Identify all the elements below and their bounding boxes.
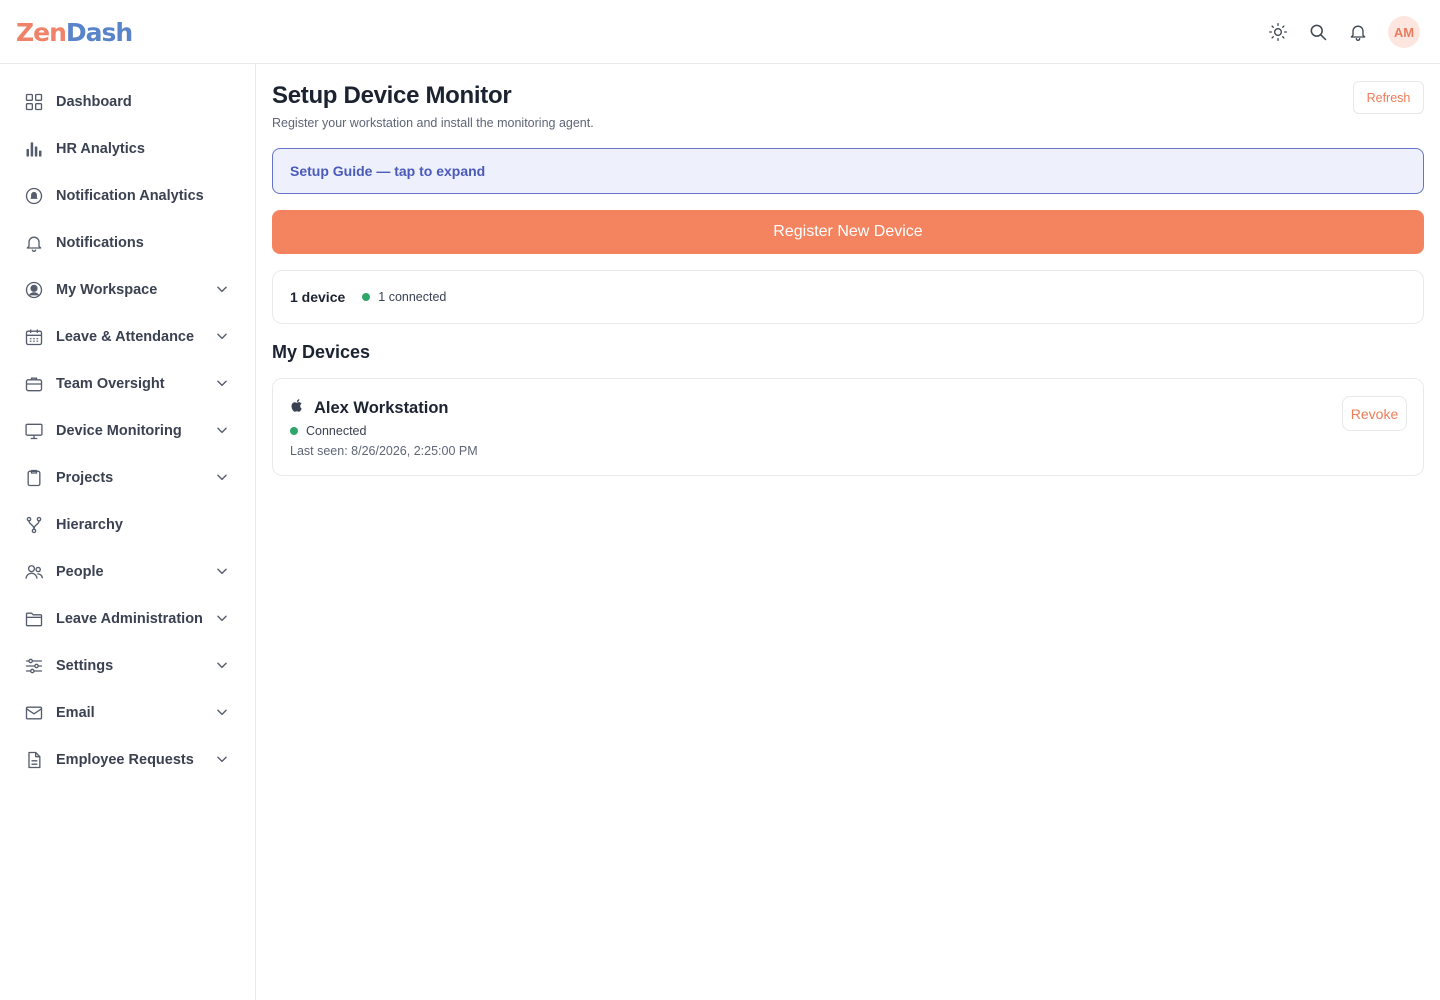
top-bar: Zen Dash AM — [0, 0, 1440, 64]
connected-status-dot — [362, 293, 371, 301]
sidebar-item-device-monitoring[interactable]: Device Monitoring — [0, 407, 255, 454]
sidebar-item-label: Settings — [56, 657, 114, 674]
sidebar-item-notification-analytics[interactable]: Notification Analytics — [0, 172, 255, 219]
device-summary: 1 device 1 connected — [272, 270, 1424, 324]
sidebar-item-employee-requests[interactable]: Employee Requests — [0, 736, 255, 783]
logo-text-zen: Zen — [16, 17, 67, 47]
device-name: Alex Workstation — [314, 398, 449, 417]
logo-text-dash: Dash — [65, 17, 133, 47]
sidebar: Dashboard HR Analytics Notification Anal… — [0, 64, 256, 1000]
chevron-down-icon[interactable] — [213, 468, 231, 486]
chevron-down-icon[interactable] — [213, 327, 231, 345]
avatar[interactable]: AM — [1388, 16, 1420, 48]
sidebar-item-label: Notifications — [56, 234, 144, 251]
clipboard-icon — [24, 468, 44, 488]
sidebar-item-label: Team Oversight — [56, 375, 165, 392]
grid-icon — [24, 92, 44, 112]
user-circle-icon — [24, 280, 44, 300]
mail-icon — [24, 703, 44, 723]
sidebar-item-team-oversight[interactable]: Team Oversight — [0, 360, 255, 407]
sidebar-item-label: Leave Administration — [56, 610, 203, 627]
device-status-row: Connected — [290, 424, 366, 438]
chevron-down-icon[interactable] — [213, 703, 231, 721]
section-title-my-devices: My Devices — [272, 342, 371, 362]
sidebar-item-label: Notification Analytics — [56, 187, 204, 204]
chevron-down-icon[interactable] — [213, 562, 231, 580]
monitor-icon — [24, 421, 44, 441]
sidebar-item-email[interactable]: Email — [0, 689, 255, 736]
device-status: Connected — [306, 424, 367, 438]
page-subtitle: Register your workstation and install th… — [272, 116, 594, 130]
chevron-down-icon[interactable] — [213, 609, 231, 627]
sidebar-item-label: Employee Requests — [56, 751, 194, 768]
sun-icon[interactable] — [1264, 16, 1292, 48]
document-icon — [24, 750, 44, 770]
briefcase-icon — [24, 374, 44, 394]
device-name-row: Alex Workstation — [290, 398, 448, 418]
sliders-icon — [24, 656, 44, 676]
chevron-down-icon[interactable] — [213, 750, 231, 768]
search-icon[interactable] — [1304, 16, 1332, 48]
chevron-down-icon[interactable] — [213, 421, 231, 439]
zendash-logo[interactable]: Zen Dash — [16, 16, 133, 48]
sidebar-item-notifications[interactable]: Notifications — [0, 219, 255, 266]
sidebar-item-leave-attendance[interactable]: Leave & Attendance — [0, 313, 255, 360]
chevron-down-icon[interactable] — [213, 374, 231, 392]
sidebar-item-leave-administration[interactable]: Leave Administration — [0, 595, 255, 642]
sidebar-item-hr-analytics[interactable]: HR Analytics — [0, 125, 255, 172]
sidebar-item-projects[interactable]: Projects — [0, 454, 255, 501]
sidebar-item-label: Dashboard — [56, 93, 132, 110]
sidebar-item-hierarchy[interactable]: Hierarchy — [0, 501, 255, 548]
sidebar-item-people[interactable]: People — [0, 548, 255, 595]
sidebar-item-label: People — [56, 563, 104, 580]
bell-icon[interactable] — [1344, 16, 1372, 48]
notification-analytics-icon — [24, 186, 44, 206]
sidebar-item-label: Leave & Attendance — [56, 328, 195, 345]
sidebar-item-label: My Workspace — [56, 281, 158, 298]
apple-icon — [290, 398, 305, 418]
sidebar-item-label: Email — [56, 704, 95, 721]
refresh-button[interactable]: Refresh — [1353, 81, 1424, 114]
device-count: 1 device — [290, 289, 346, 305]
sidebar-item-dashboard[interactable]: Dashboard — [0, 78, 255, 125]
chevron-down-icon[interactable] — [213, 656, 231, 674]
bar-chart-icon — [24, 139, 44, 159]
device-card: Alex Workstation Connected Last seen: 8/… — [272, 378, 1424, 476]
chevron-down-icon[interactable] — [213, 280, 231, 298]
sidebar-item-settings[interactable]: Settings — [0, 642, 255, 689]
people-icon — [24, 562, 44, 582]
sidebar-item-label: Hierarchy — [56, 516, 123, 533]
sidebar-item-my-workspace[interactable]: My Workspace — [0, 266, 255, 313]
device-last-seen: Last seen: 8/26/2026, 2:25:00 PM — [290, 444, 478, 458]
page-title: Setup Device Monitor — [272, 82, 512, 109]
folder-icon — [24, 609, 44, 629]
revoke-button[interactable]: Revoke — [1342, 396, 1407, 431]
sidebar-item-label: Projects — [56, 469, 114, 486]
status-dot — [290, 427, 298, 435]
bell-icon — [24, 233, 44, 253]
sidebar-item-label: Device Monitoring — [56, 422, 182, 439]
calendar-icon — [24, 327, 44, 347]
setup-guide-toggle[interactable]: Setup Guide — tap to expand — [272, 148, 1424, 194]
header-actions: AM — [1264, 16, 1420, 48]
sidebar-item-label: HR Analytics — [56, 140, 145, 157]
connected-count: 1 connected — [378, 290, 447, 304]
hierarchy-icon — [24, 515, 44, 535]
register-new-device-button[interactable]: Register New Device — [272, 210, 1424, 254]
